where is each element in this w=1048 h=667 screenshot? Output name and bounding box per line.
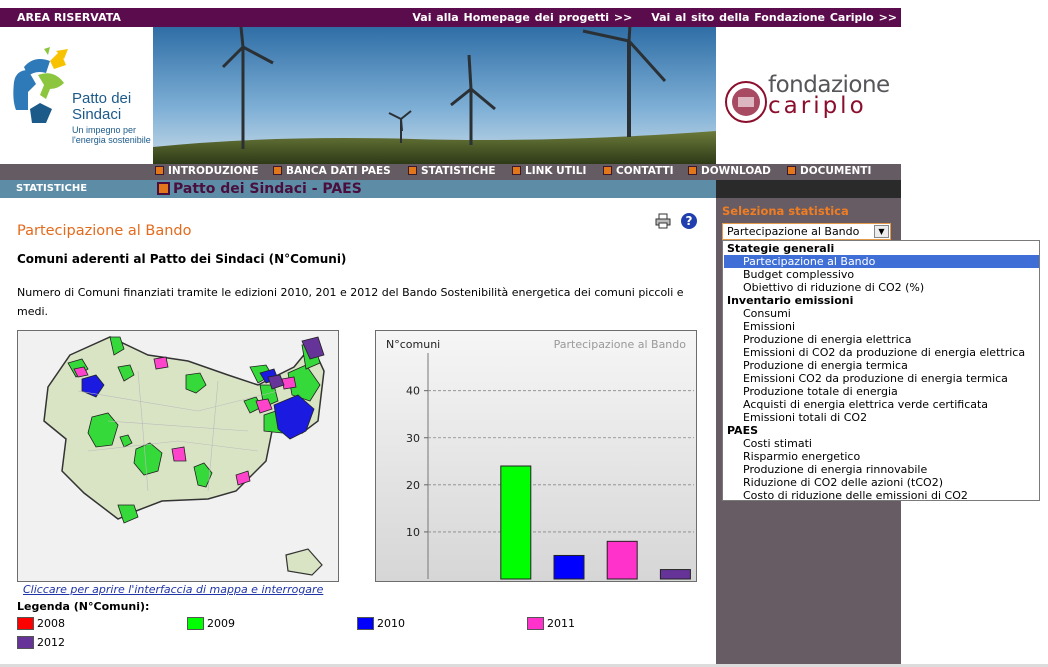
square-icon xyxy=(157,182,170,195)
statistic-select[interactable]: Partecipazione al Bando ▼ xyxy=(722,223,891,240)
fondazione-site-link[interactable]: Vai al sito della Fondazione Cariplo >> xyxy=(651,11,897,24)
legend-item-2010: 2010 xyxy=(357,617,405,630)
section-title: Partecipazione al Bando xyxy=(17,223,192,239)
dropdown-option[interactable]: Partecipazione al Bando xyxy=(724,255,1039,268)
chart-svg: N°comuni Partecipazione al Bando 10 20 30 40 xyxy=(386,338,694,580)
nav-banca-dati-paes[interactable]: BANCA DATI PAES xyxy=(273,165,391,177)
nav-introduzione[interactable]: INTRODUZIONE xyxy=(155,165,259,177)
legend-item-2011: 2011 xyxy=(527,617,575,630)
legend-item-2009: 2009 xyxy=(187,617,235,630)
nav-statistiche[interactable]: STATISTICHE xyxy=(408,165,496,177)
help-icon[interactable]: ? xyxy=(681,213,697,229)
chevron-down-icon[interactable]: ▼ xyxy=(874,225,889,238)
map-interface-link[interactable]: Cliccare per aprire l'interfaccia di map… xyxy=(23,583,323,596)
legend-swatch xyxy=(17,636,34,649)
chart-tick-label: 30 xyxy=(406,432,420,445)
page-title-bar: Patto dei Sindaci - PAES xyxy=(153,180,716,198)
main-content: Partecipazione al Bando ? Comuni aderent… xyxy=(0,198,716,667)
legend-swatch xyxy=(187,617,204,630)
chart-bar-2009 xyxy=(500,465,532,580)
chart-bar-2010 xyxy=(553,554,585,580)
dropdown-option[interactable]: Produzione di energia termica xyxy=(724,359,1039,372)
dropdown-option[interactable]: Riduzione di CO2 delle azioni (tCO2) xyxy=(724,476,1039,489)
print-icon[interactable] xyxy=(655,213,671,229)
legend-title: Legenda (N°Comuni): xyxy=(17,600,150,613)
dropdown-option[interactable]: Obiettivo di riduzione di CO2 (%) xyxy=(724,281,1039,294)
bullet-icon xyxy=(688,166,697,175)
chart-tick-label: 10 xyxy=(406,526,420,539)
section-label: STATISTICHE xyxy=(0,180,153,198)
dropdown-option[interactable]: Produzione di energia elettrica xyxy=(724,333,1039,346)
patto-dei-sindaci-logo[interactable]: Patto dei Sindaci Un impegno per l'energ… xyxy=(0,27,153,164)
cariplo-text: cariplo xyxy=(768,93,867,119)
select-value: Partecipazione al Bando xyxy=(727,225,860,238)
bullet-icon xyxy=(155,166,164,175)
wind-turbines-photo xyxy=(153,27,716,164)
nav-documenti[interactable]: DOCUMENTI xyxy=(787,165,871,177)
dropdown-option[interactable]: Acquisti di energia elettrica verde cert… xyxy=(724,398,1039,411)
lombardy-map[interactable] xyxy=(17,330,339,582)
page-title: Patto dei Sindaci - PAES xyxy=(173,181,362,197)
statistic-dropdown-list: Stategie generali Partecipazione al Bando… xyxy=(722,240,1040,502)
logo-text-1: Patto dei xyxy=(72,90,131,107)
chart-bar-2011 xyxy=(606,540,638,580)
dropdown-option[interactable]: Emissioni xyxy=(724,320,1039,333)
legend-swatch xyxy=(17,617,34,630)
bullet-icon xyxy=(603,166,612,175)
dropdown-option[interactable]: Risparmio energetico xyxy=(724,450,1039,463)
bullet-icon xyxy=(512,166,521,175)
chart-title: Partecipazione al Bando xyxy=(554,338,687,351)
logo-tagline-2: l'energia sostenibile xyxy=(72,135,151,145)
patto-logo-icon: Patto dei Sindaci Un impegno per l'energ… xyxy=(13,47,151,145)
area-riservata-link[interactable]: AREA RISERVATA xyxy=(17,11,121,24)
dropdown-option[interactable]: Costi stimati xyxy=(724,437,1039,450)
dropdown-option[interactable]: Produzione di energia rinnovabile xyxy=(724,463,1039,476)
legend-item-2008: 2008 xyxy=(17,617,65,630)
chart-tick-label: 40 xyxy=(406,385,420,398)
chart-heading: Comuni aderenti al Patto dei Sindaci (N°… xyxy=(17,252,347,266)
nav-download[interactable]: DOWNLOAD xyxy=(688,165,771,177)
dropdown-option[interactable]: Produzione totale di energia xyxy=(724,385,1039,398)
dropdown-option[interactable]: Emissioni CO2 da produzione di energia t… xyxy=(724,372,1039,385)
legend-swatch xyxy=(527,617,544,630)
dropdown-group-label: PAES xyxy=(727,424,759,437)
nav-link-utili[interactable]: LINK UTILI xyxy=(512,165,586,177)
dropdown-option[interactable]: Emissioni totali di CO2 xyxy=(724,411,1039,424)
bar-chart: N°comuni Partecipazione al Bando 10 20 30 40 xyxy=(375,330,697,582)
map-image xyxy=(18,331,338,581)
fondazione-cariplo-logo[interactable]: fondazione cariplo xyxy=(716,27,901,164)
nav-contatti[interactable]: CONTATTI xyxy=(603,165,674,177)
dropdown-group-label: Stategie generali xyxy=(727,242,835,255)
homepage-link[interactable]: Vai alla Homepage dei progetti >> xyxy=(412,11,632,24)
legend-item-2012: 2012 xyxy=(17,636,65,649)
sidebar-title: Seleziona statistica xyxy=(722,204,849,218)
main-nav: INTRODUZIONE BANCA DATI PAES STATISTICHE… xyxy=(0,164,901,180)
dropdown-option[interactable]: Budget complessivo xyxy=(724,268,1039,281)
logo-text-2: Sindaci xyxy=(72,106,121,123)
chart-ylabel: N°comuni xyxy=(386,338,440,351)
top-bar: AREA RISERVATA Vai alla Homepage dei pro… xyxy=(0,8,901,27)
bullet-icon xyxy=(787,166,796,175)
banner: Patto dei Sindaci Un impegno per l'energ… xyxy=(0,27,901,164)
legend-swatch xyxy=(357,617,374,630)
description-text: Numero di Comuni finanziati tramite le e… xyxy=(17,286,684,318)
dropdown-option[interactable]: Consumi xyxy=(724,307,1039,320)
chart-tick-label: 20 xyxy=(406,479,420,492)
bullet-icon xyxy=(273,166,282,175)
dropdown-option[interactable]: Emissioni di CO2 da produzione di energi… xyxy=(724,346,1039,359)
dropdown-option[interactable]: Costo di riduzione delle emissioni di CO… xyxy=(724,489,1039,502)
logo-tagline-1: Un impegno per xyxy=(72,125,136,135)
cariplo-seal-icon xyxy=(725,81,767,123)
sub-bar: STATISTICHE Patto dei Sindaci - PAES xyxy=(0,180,901,198)
top-links: Vai alla Homepage dei progetti >> Vai al… xyxy=(398,11,897,24)
bullet-icon xyxy=(408,166,417,175)
chart-bar-2012 xyxy=(659,569,691,580)
dropdown-group-label: Inventario emissioni xyxy=(727,294,854,307)
